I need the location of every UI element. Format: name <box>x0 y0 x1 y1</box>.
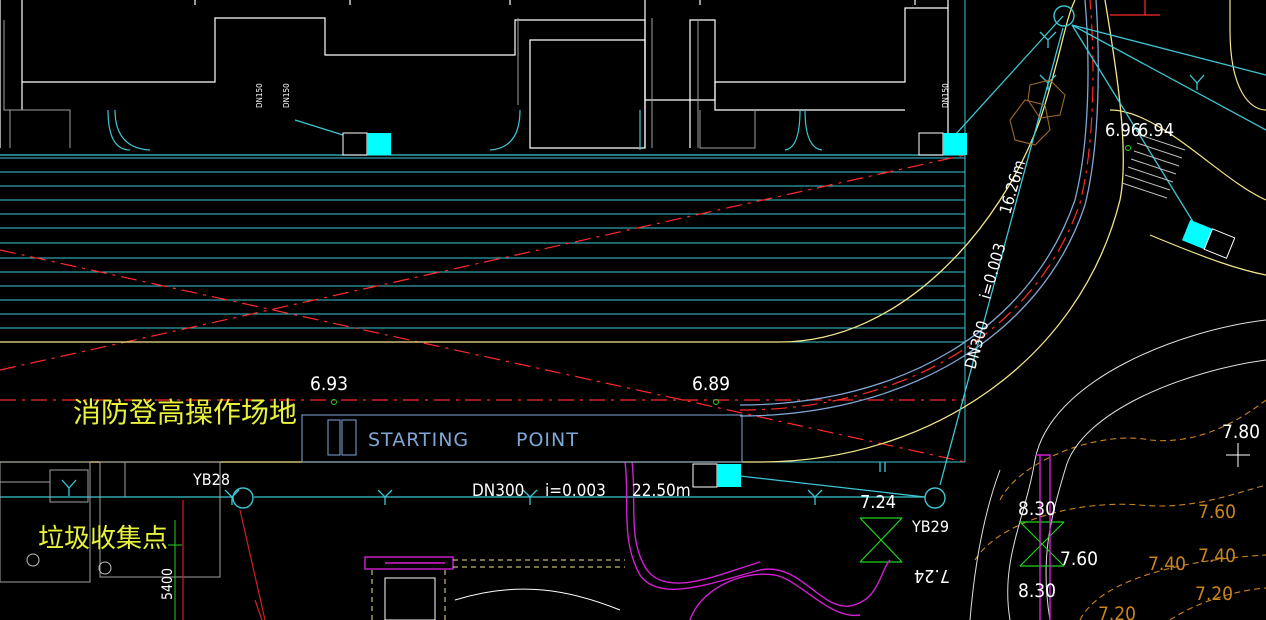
pipe-bottom-diameter: DN300 <box>472 481 524 501</box>
pipe-y-symbols <box>61 31 1205 505</box>
pipe-diag-slope: i=0.003 <box>976 241 1010 301</box>
fire-area-stripes <box>0 0 966 463</box>
dn150-label-b: DN150 <box>282 83 291 108</box>
pipe-diag-length: 16.26m <box>996 158 1029 216</box>
pipe-bottom-slope: i=0.003 <box>545 481 606 501</box>
red-marker <box>1110 0 1160 16</box>
elevation-6-89: 6.89 <box>692 373 730 395</box>
manhole-yb29-label: YB29 <box>911 517 949 536</box>
elevation-7-24-b: 7.24 <box>914 565 950 586</box>
tree-outlines <box>1009 79 1066 146</box>
magenta-paths <box>364 454 1051 620</box>
dn150-label-a: DN150 <box>255 83 264 108</box>
elevation-7-60-a: 7.60 <box>1060 548 1098 570</box>
elevation-8-30-b: 8.30 <box>1018 580 1056 602</box>
dn150-label-c: DN150 <box>941 83 950 108</box>
elevation-7-20-b: 7.20 <box>1195 583 1233 605</box>
manhole-yb29[interactable] <box>924 487 946 509</box>
elevation-8-30-a: 8.30 <box>1018 498 1056 520</box>
elevation-6-93: 6.93 <box>310 373 348 395</box>
crosswalk-hatch <box>1121 134 1186 199</box>
elevation-crosses <box>1226 443 1250 467</box>
road-centerline <box>739 0 1094 411</box>
building-base-line <box>0 109 965 156</box>
pipe-bottom-length: 22.50m <box>632 481 691 501</box>
point-label: POINT <box>516 429 579 451</box>
elevation-6-94: 6.94 <box>1138 120 1174 141</box>
cad-drawing-canvas[interactable]: 消防登高操作场地 垃圾收集点 STARTING POINT 6.93 6.89 … <box>0 0 1266 620</box>
drain-grate-a <box>26 553 40 567</box>
road-edges <box>0 0 1124 463</box>
lower-left-red-lines <box>182 500 266 620</box>
elevation-6-96: 6.96 <box>1105 120 1141 141</box>
drain-grate-b <box>98 561 112 575</box>
elevation-7-20-a: 7.20 <box>1098 603 1136 620</box>
starting-label: STARTING <box>368 429 469 451</box>
manhole-top[interactable] <box>1053 5 1075 27</box>
solid-contours <box>969 319 1266 620</box>
elevation-7-60-b: 7.60 <box>1198 501 1236 523</box>
building-inner-lines <box>3 18 756 149</box>
elevation-7-80: 7.80 <box>1222 421 1260 443</box>
lower-blocks <box>384 577 621 620</box>
fire-operation-area-label: 消防登高操作场地 <box>73 396 297 429</box>
manhole-yb28-label: YB28 <box>192 470 230 489</box>
garbage-collection-label: 垃圾收集点 <box>38 524 168 554</box>
elevation-7-40-b: 7.40 <box>1198 545 1236 567</box>
manhole-yb28[interactable] <box>232 487 254 509</box>
green-markers <box>859 517 1065 567</box>
elevation-7-24-a: 7.24 <box>860 492 896 513</box>
elevation-7-40-a: 7.40 <box>1148 553 1186 575</box>
dimension-5400: 5400 <box>160 568 176 600</box>
